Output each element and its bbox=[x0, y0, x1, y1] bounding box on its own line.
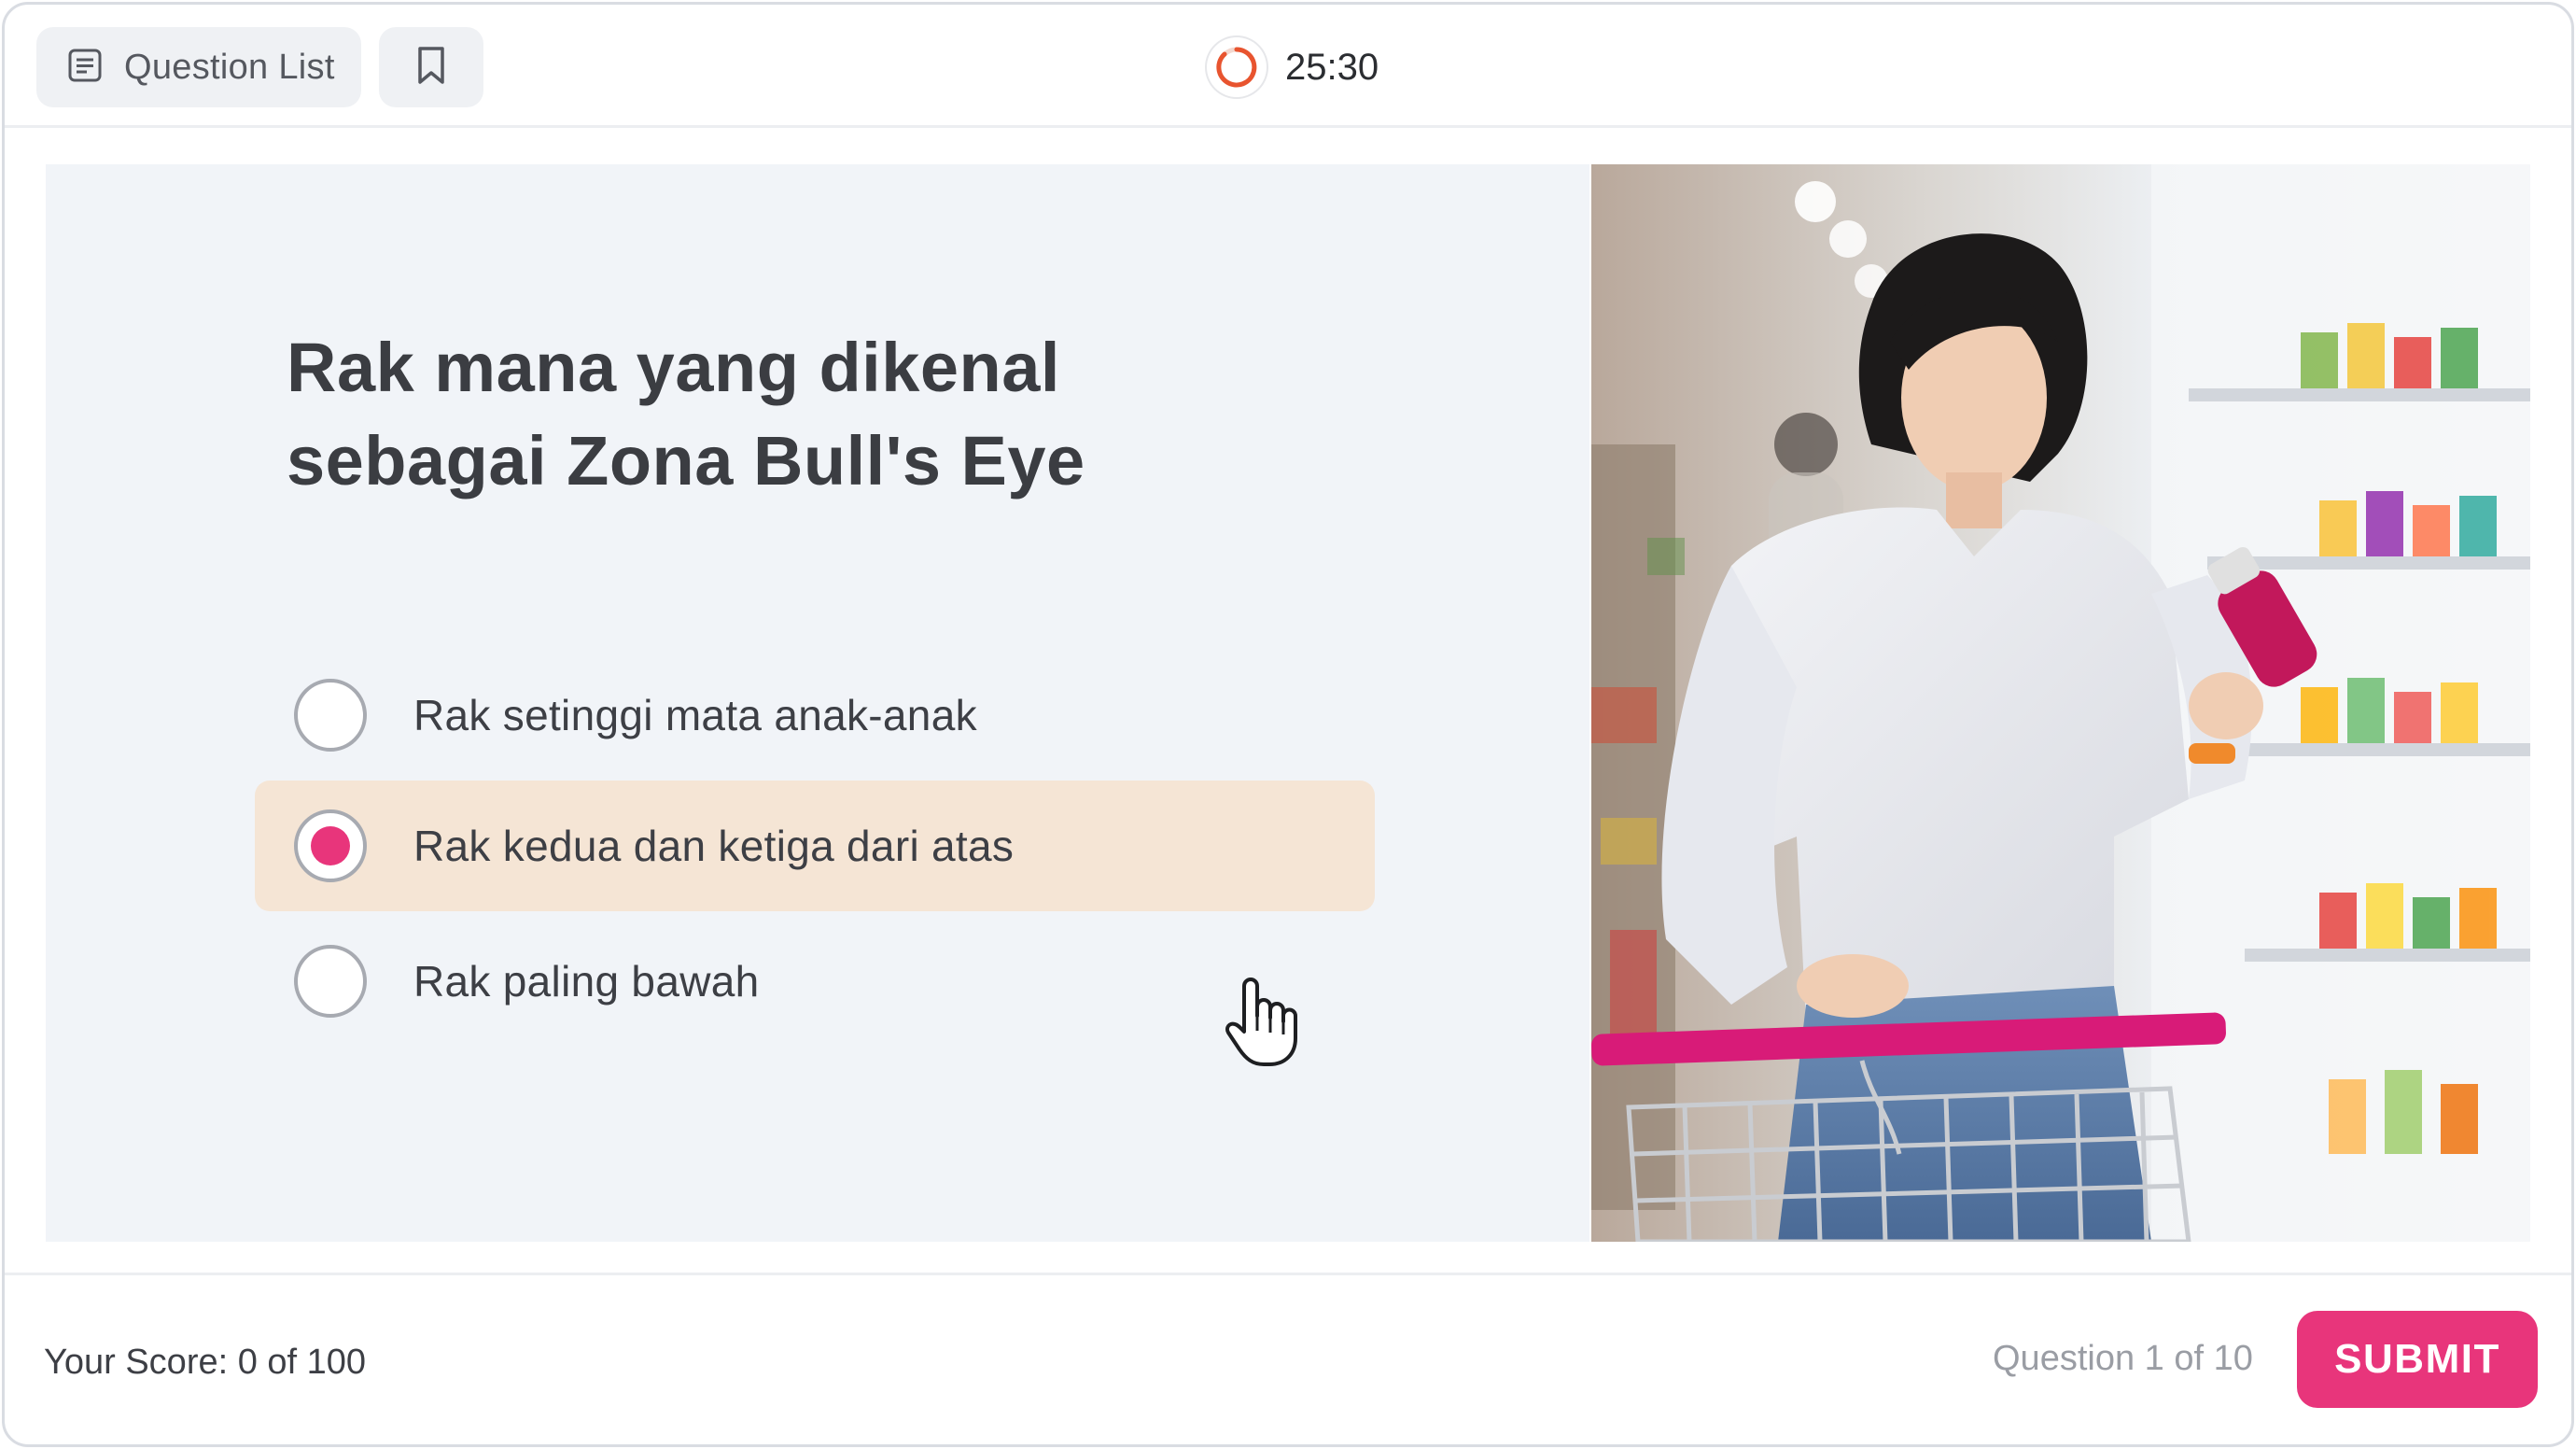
answer-option-3[interactable]: Rak paling bawah bbox=[255, 916, 1375, 1047]
question-image bbox=[1591, 164, 2530, 1242]
question-list-label: Question List bbox=[124, 47, 335, 87]
list-document-icon bbox=[66, 47, 104, 89]
question-progress: Question 1 of 10 bbox=[1993, 1339, 2253, 1378]
answer-option-label: Rak paling bawah bbox=[413, 957, 760, 1006]
question-title: Rak mana yang dikenal sebagai Zona Bull'… bbox=[287, 321, 1313, 508]
answer-option-1[interactable]: Rak setinggi mata anak-anak bbox=[255, 650, 1375, 781]
hand-pointer-icon bbox=[1224, 973, 1298, 1075]
question-list-button[interactable]: Question List bbox=[36, 27, 361, 107]
radio-selected-dot bbox=[311, 826, 350, 865]
submit-button[interactable]: SUBMIT bbox=[2297, 1311, 2538, 1408]
quiz-footer: Your Score: 0 of 100 Question 1 of 10 SU… bbox=[5, 1273, 2571, 1444]
radio-button[interactable] bbox=[294, 679, 367, 752]
question-panel: Rak mana yang dikenal sebagai Zona Bull'… bbox=[46, 164, 1589, 1242]
timer-value: 25:30 bbox=[1285, 46, 1379, 88]
question-title-line-1: Rak mana yang dikenal bbox=[287, 329, 1060, 406]
quiz-window: Question List 25:30 Rak mana yang dikena… bbox=[2, 2, 2574, 1447]
answer-option-label: Rak kedua dan ketiga dari atas bbox=[413, 822, 1015, 870]
score-text: Your Score: 0 of 100 bbox=[44, 1343, 367, 1382]
answer-option-label: Rak setinggi mata anak-anak bbox=[413, 691, 977, 739]
timer: 25:30 bbox=[1207, 37, 1379, 97]
question-title-line-2: sebagai Zona Bull's Eye bbox=[287, 422, 1085, 499]
radio-button-selected[interactable] bbox=[294, 809, 367, 882]
timer-ring-icon bbox=[1207, 37, 1267, 97]
bookmark-button[interactable] bbox=[379, 27, 483, 107]
answer-option-2[interactable]: Rak kedua dan ketiga dari atas bbox=[255, 781, 1375, 911]
radio-button[interactable] bbox=[294, 945, 367, 1018]
bookmark-icon bbox=[414, 45, 448, 91]
quiz-header: Question List 25:30 bbox=[5, 5, 2571, 128]
